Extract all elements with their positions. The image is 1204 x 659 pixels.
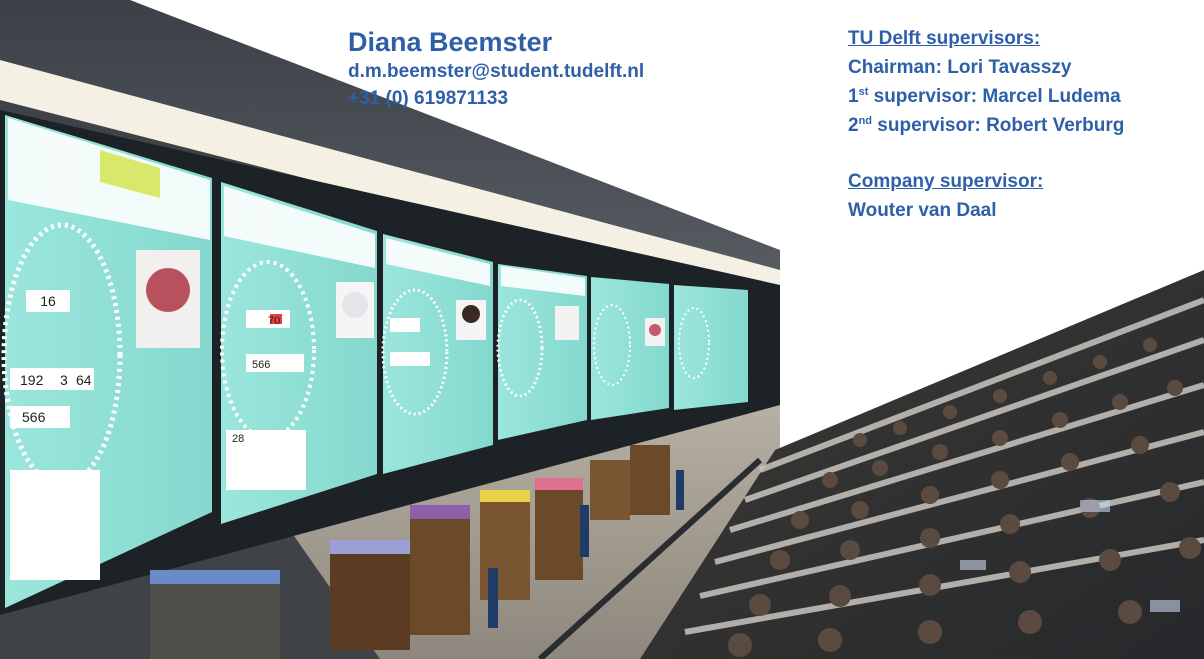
first-ordinal: 1	[848, 86, 859, 107]
author-phone: +31 (0) 619871133	[348, 88, 509, 109]
second-supervisor-line: 2nd supervisor: Robert Verburg	[848, 111, 1124, 140]
company-supervisor-name: Wouter van Daal	[848, 200, 997, 221]
supervisors-block: TU Delft supervisors: Chairman: Lori Tav…	[848, 24, 1124, 225]
contact-block: Diana Beemster d.m.beemster@student.tude…	[348, 26, 644, 112]
author-email: d.m.beemster@student.tudelft.nl	[348, 61, 645, 82]
company-supervisor-heading: Company supervisor:	[848, 171, 1044, 192]
chairman-line: Chairman: Lori Tavasszy	[848, 57, 1072, 78]
author-name: Diana Beemster	[348, 27, 553, 57]
first-supervisor-line: 1st supervisor: Marcel Ludema	[848, 82, 1124, 111]
second-ordinal-suffix: nd	[858, 115, 873, 127]
second-ordinal: 2	[848, 115, 859, 136]
second-supervisor-text: supervisor: Robert Verburg	[872, 115, 1125, 136]
first-ordinal-suffix: st	[858, 86, 869, 98]
tu-supervisors-heading: TU Delft supervisors:	[848, 28, 1041, 49]
first-supervisor-text: supervisor: Marcel Ludema	[868, 86, 1121, 107]
